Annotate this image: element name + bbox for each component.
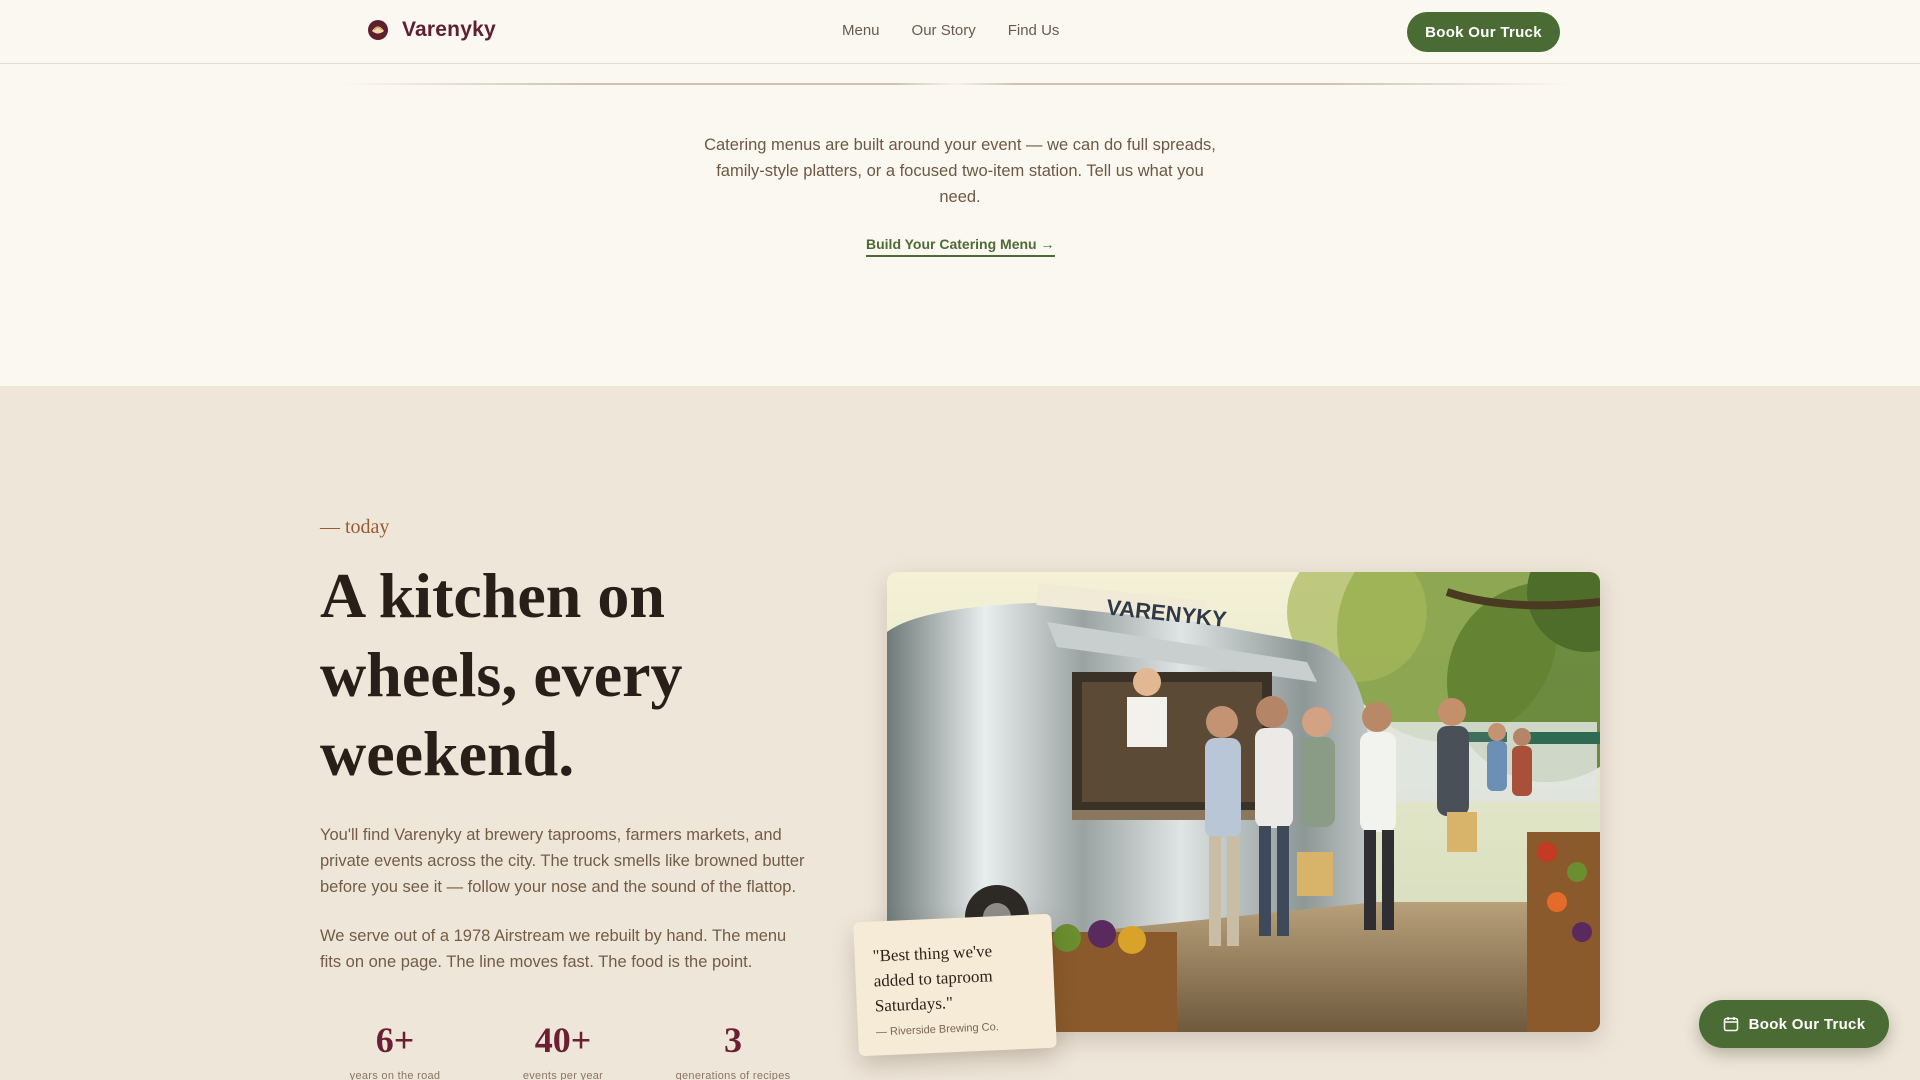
brand-home-link[interactable]: Varenyky [366,18,496,42]
stat-value: 3 [724,1020,742,1060]
catering-description: Catering menus are built around your eve… [704,136,1216,206]
intro-paragraph: You'll find Varenyky at brewery taprooms… [320,826,805,896]
testimonial-source: — Riverside Brewing Co. [875,1021,1000,1039]
catering-section: Catering menus are built around your eve… [0,65,1920,386]
stat-years: 6+ years on the road [320,1018,470,1080]
top-navigation: Varenyky Menu Our Story Find Us Book Our… [0,0,1920,64]
section-headline: A kitchen on wheels, every weekend. [320,560,683,789]
stat-label: events per year [522,1070,604,1080]
floating-book-truck-button[interactable]: Book Our Truck [1699,1000,1889,1048]
testimonial-quote: "Best thing we've added to taproom Satur… [872,941,994,1016]
section-divider [340,83,1570,85]
today-section: — today A kitchen on wheels, every weeke… [0,386,1920,1080]
stat-value: 40+ [534,1020,592,1060]
stat-label: generations of recipes [675,1070,791,1080]
section-eyebrow: — today [320,516,390,538]
stat-generations: 3 generations of recipes [658,1018,808,1080]
nav-link-find-us[interactable]: Find Us [1008,22,1060,39]
testimonial-card: "Best thing we've added to taproom Satur… [853,913,1057,1057]
nav-links: Menu Our Story Find Us [842,22,1059,39]
calendar-icon [1723,1017,1738,1032]
stats-row: 6+ years on the road 40+ events per year… [320,1018,830,1080]
nav-link-our-story[interactable]: Our Story [912,22,976,39]
book-truck-button[interactable]: Book Our Truck [1407,12,1560,52]
build-catering-menu-link[interactable]: Build Your Catering Menu → [866,236,1055,257]
stat-label: years on the road [349,1070,441,1080]
stat-events: 40+ events per year [488,1018,638,1080]
floating-cta-label: Book Our Truck [1748,1015,1866,1033]
brand-name: Varenyky [402,18,496,41]
nav-link-menu[interactable]: Menu [842,22,880,39]
stat-value: 6+ [375,1020,415,1060]
dumpling-logo-icon [368,20,388,40]
airstream-paragraph: We serve out of a 1978 Airstream we rebu… [320,927,787,971]
